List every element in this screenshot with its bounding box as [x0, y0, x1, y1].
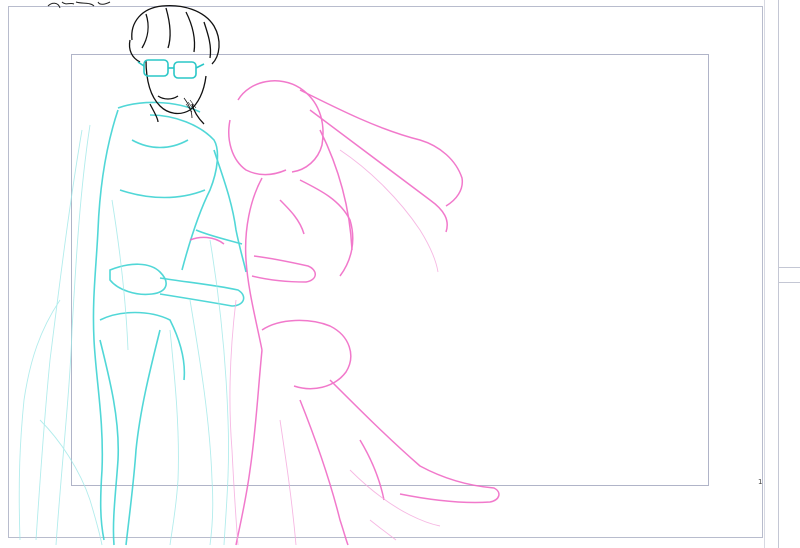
- page-number-label: 1: [758, 478, 763, 486]
- drawing-canvas[interactable]: 1: [0, 0, 800, 548]
- sketch-artwork[interactable]: [0, 0, 800, 548]
- scrollbar-handle[interactable]: [779, 0, 800, 268]
- vertical-scrollbar[interactable]: [778, 0, 800, 548]
- cyan-glasses: [137, 59, 205, 79]
- pink-figure-sketch: [189, 80, 500, 546]
- cyan-faint-strokes: [18, 124, 229, 546]
- corner-scribble: [47, 1, 111, 9]
- scrollbar-track-lower[interactable]: [779, 282, 800, 548]
- cyan-figure-sketch: [92, 101, 247, 546]
